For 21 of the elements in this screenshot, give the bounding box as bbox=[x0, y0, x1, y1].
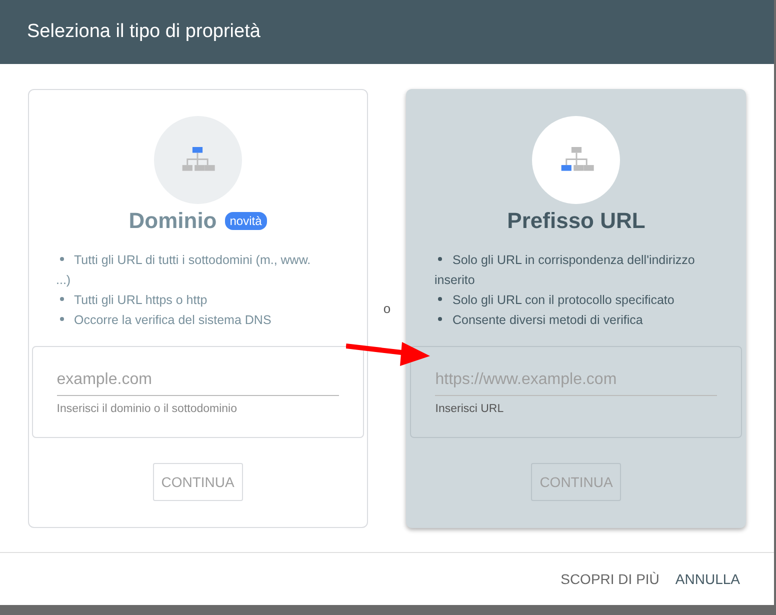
card-title: Dominio bbox=[128, 208, 217, 234]
footer-button[interactable]: SCOPRI DI PIÙ bbox=[554, 563, 666, 595]
helper-text: Inserisci URL bbox=[435, 403, 505, 415]
separator-text: o bbox=[382, 301, 392, 316]
sitemap-icon bbox=[558, 147, 594, 173]
card-title: Prefisso URL bbox=[507, 208, 646, 234]
footer-button[interactable]: ANNULLA bbox=[669, 563, 746, 595]
bullet-item: Solo gli URL con il protocollo specificato bbox=[434, 290, 696, 310]
bullet-item: Consente diversi metodi di verifica bbox=[434, 310, 696, 330]
field-panel[interactable]: example.com Inserisci il dominio o il sottodominio bbox=[32, 346, 364, 438]
bullet-item: Solo gli URL in corrispondenza dell'indirizzo inserito bbox=[434, 250, 696, 290]
bullet-item: Occorre la verifica del sistema DNS bbox=[56, 310, 317, 330]
input-field[interactable]: https://www.example.com bbox=[435, 355, 718, 396]
field-panel[interactable]: https://www.example.com Inserisci URL bbox=[410, 346, 742, 438]
dialog-title: Seleziona il tipo di proprietà bbox=[27, 21, 260, 43]
helper-text: Inserisci il dominio o il sottodominio bbox=[56, 403, 238, 415]
new-badge: novità bbox=[224, 212, 267, 230]
bullet-item: Tutti gli URL di tutti i sottodomini (m., www. ...) bbox=[56, 250, 317, 290]
bullet-item: Tutti gli URL https o http bbox=[56, 290, 317, 310]
sitemap-icon bbox=[180, 147, 216, 173]
input-field[interactable]: example.com bbox=[56, 355, 339, 396]
